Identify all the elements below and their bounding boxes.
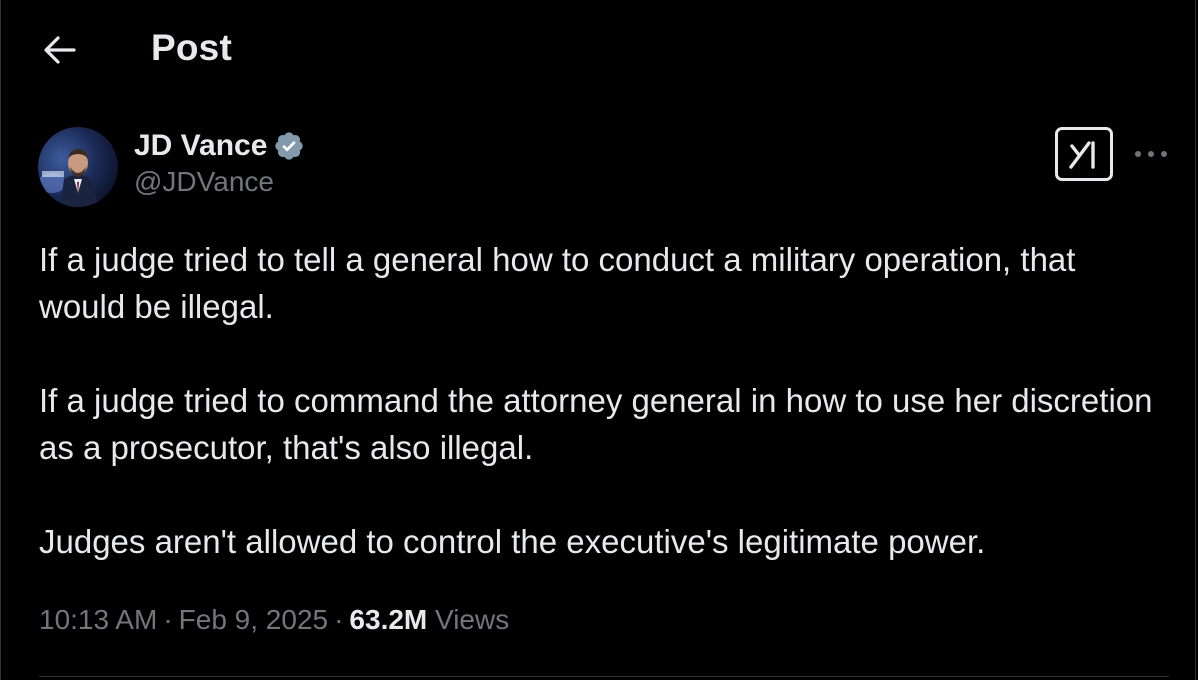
avatar[interactable] bbox=[38, 127, 118, 207]
meta-separator: · bbox=[334, 604, 344, 635]
page-title: Post bbox=[151, 27, 232, 68]
grok-button[interactable] bbox=[1055, 127, 1113, 181]
post-paragraph: If a judge tried to tell a general how t… bbox=[39, 241, 1076, 325]
views-label: Views bbox=[435, 604, 510, 635]
display-name[interactable]: JD Vance bbox=[134, 129, 267, 163]
post-time[interactable]: 10:13 AM bbox=[39, 604, 157, 635]
post-text: If a judge tried to tell a general how t… bbox=[39, 236, 1169, 565]
more-options-button[interactable] bbox=[1131, 138, 1171, 170]
post-paragraph: Judges aren't allowed to control the exe… bbox=[39, 523, 986, 560]
grok-icon bbox=[1069, 141, 1095, 169]
more-horizontal-icon bbox=[1135, 151, 1167, 157]
verified-badge-icon[interactable] bbox=[273, 130, 305, 162]
display-name-row: JD Vance bbox=[134, 126, 305, 166]
profile-photo bbox=[38, 127, 118, 207]
author-info: JD Vance @JDVance bbox=[134, 126, 305, 198]
post-meta: 10:13 AM · Feb 9, 2025 · 63.2M Views bbox=[39, 604, 509, 636]
post-paragraph: If a judge tried to command the attorney… bbox=[39, 382, 1153, 466]
page-header: Post bbox=[1, 0, 1195, 100]
back-button[interactable] bbox=[37, 30, 81, 70]
user-handle[interactable]: @JDVance bbox=[134, 166, 305, 198]
meta-separator: · bbox=[163, 604, 173, 635]
post-date[interactable]: Feb 9, 2025 bbox=[179, 604, 328, 635]
divider bbox=[39, 676, 1169, 677]
post-detail-view: Post JD Vance @JDVance If a judge tried … bbox=[0, 0, 1196, 680]
views-count: 63.2M bbox=[349, 604, 428, 635]
arrow-left-icon bbox=[44, 36, 76, 64]
